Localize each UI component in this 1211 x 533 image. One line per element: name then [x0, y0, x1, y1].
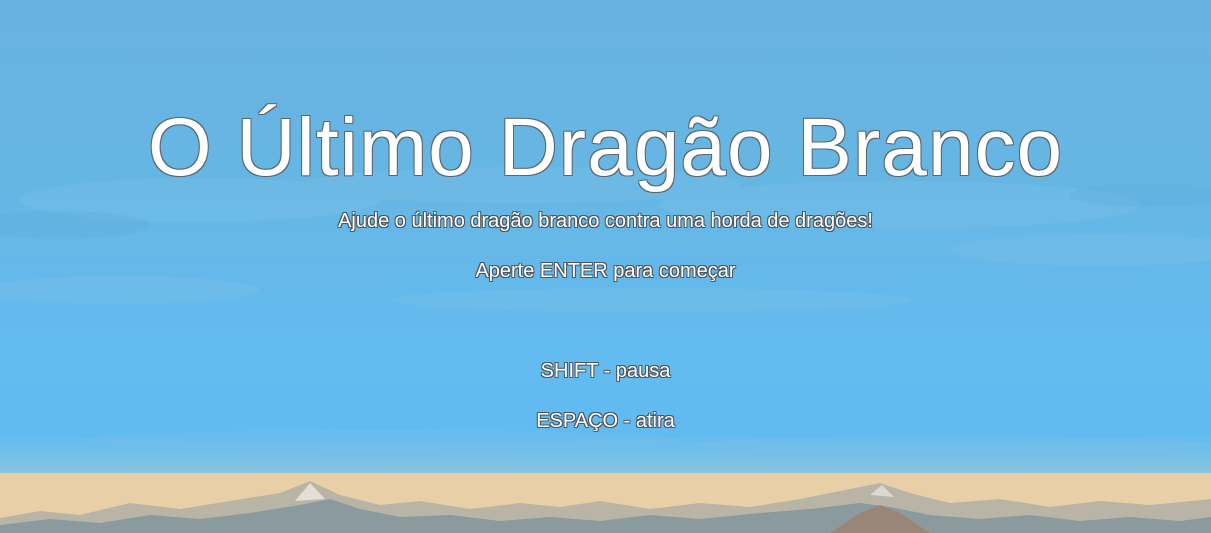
control-shoot-hint: ESPAÇO - atira	[536, 410, 675, 432]
game-title: O Último Dragão Branco	[147, 102, 1064, 193]
game-subtitle: Ajude o último dragão branco contra uma …	[338, 210, 873, 232]
start-prompt: Aperte ENTER para começar	[475, 260, 736, 282]
control-pause-hint: SHIFT - pausa	[540, 360, 671, 382]
title-screen: O Último Dragão Branco Ajude o último dr…	[0, 0, 1211, 533]
mountain-range-background	[0, 473, 1211, 533]
